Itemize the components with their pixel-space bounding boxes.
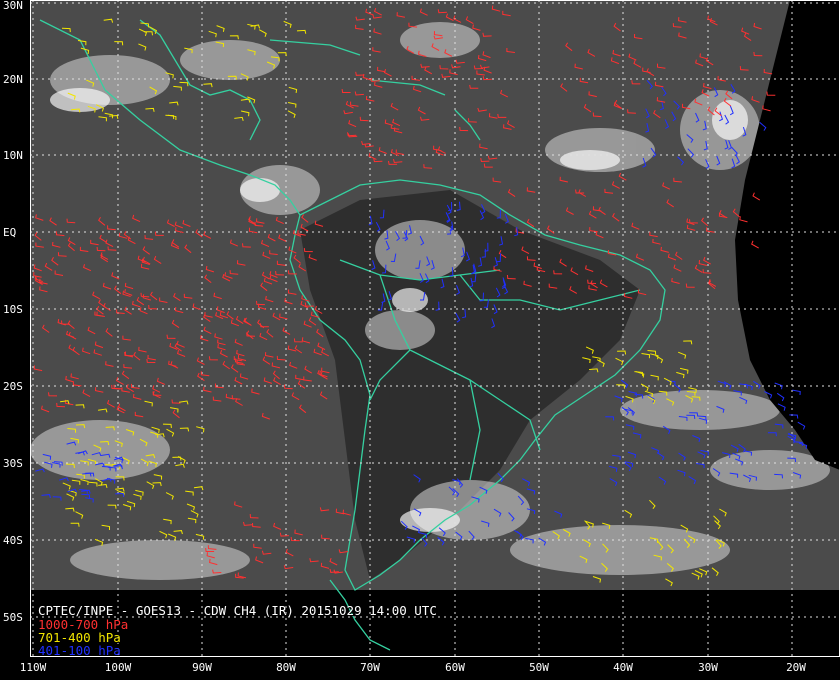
lon-label-100w: 100W — [104, 661, 132, 674]
lat-label-10s: 10S — [3, 303, 23, 316]
lat-label-50s: 50S — [3, 611, 23, 624]
lat-label-20s: 20S — [3, 380, 23, 393]
lon-label-110w: 110W — [19, 661, 47, 674]
product-title: CPTEC/INPE - GOES13 - CDW CH4 (IR) 20151… — [38, 603, 437, 618]
lat-label-10n: 10N — [3, 149, 23, 162]
lat-label-eq: EQ — [3, 226, 17, 239]
lon-label-50w: 50W — [529, 661, 549, 674]
lon-label-40w: 40W — [613, 661, 633, 674]
lat-label-20n: 20N — [3, 73, 23, 86]
lon-label-70w: 70W — [360, 661, 380, 674]
lon-label-90w: 90W — [192, 661, 212, 674]
lat-label-40s: 40S — [3, 534, 23, 547]
lat-label-30n: 30N — [3, 0, 23, 12]
lat-label-30s: 30S — [3, 457, 23, 470]
legend-401-100: 401-100 hPa — [38, 643, 121, 658]
lon-label-30w: 30W — [698, 661, 718, 674]
lon-label-80w: 80W — [276, 661, 296, 674]
lon-label-20w: 20W — [786, 661, 806, 674]
satellite-wind-map — [0, 0, 840, 680]
lon-label-60w: 60W — [445, 661, 465, 674]
